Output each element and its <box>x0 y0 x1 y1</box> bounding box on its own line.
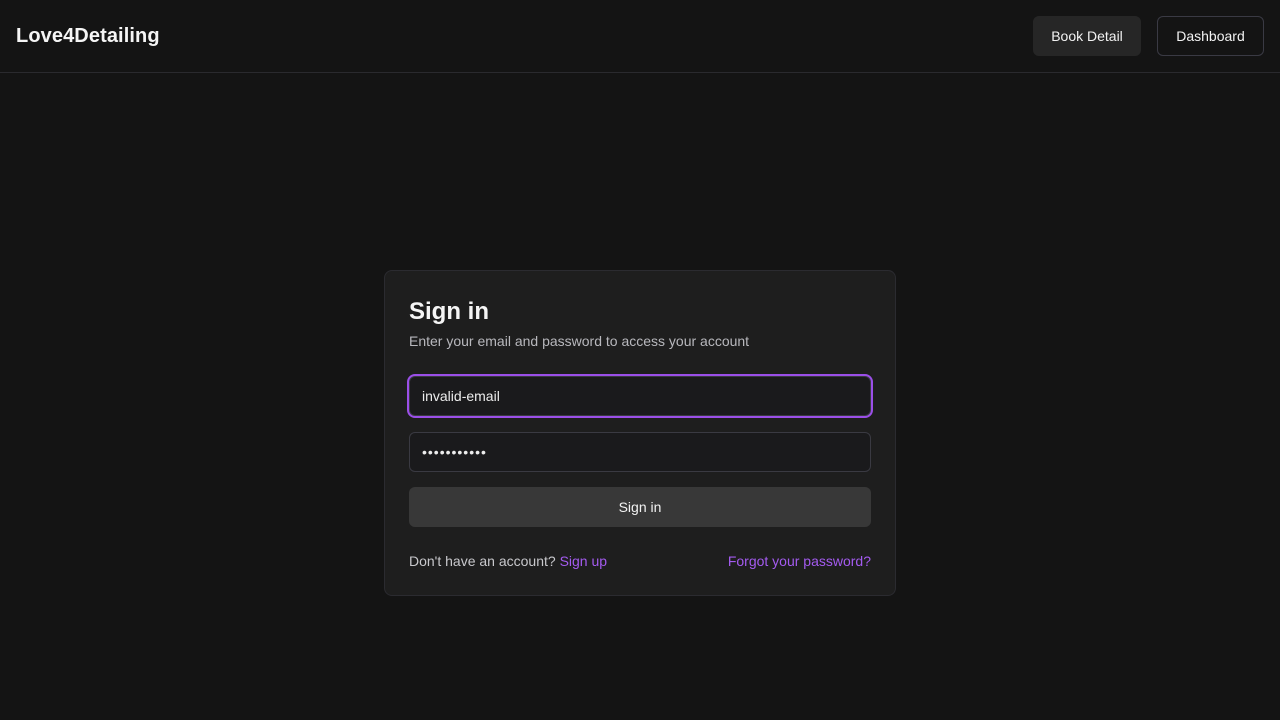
no-account-text: Don't have an account? <box>409 553 556 569</box>
brand-logo-text[interactable]: Love4Detailing <box>16 25 160 48</box>
signup-prompt: Don't have an account? Sign up <box>409 553 607 569</box>
top-nav-bar: Love4Detailing Book Detail Dashboard <box>0 0 1280 73</box>
email-field[interactable]: invalid-email <box>409 376 871 416</box>
signin-card: Sign in Enter your email and password to… <box>384 270 896 596</box>
book-detail-button[interactable]: Book Detail <box>1033 16 1141 56</box>
forgot-password-container: Forgot your password? <box>728 553 871 569</box>
dashboard-button[interactable]: Dashboard <box>1157 16 1264 56</box>
signin-title: Sign in <box>409 298 489 325</box>
signin-subtitle: Enter your email and password to access … <box>409 333 750 349</box>
password-field[interactable]: ••••••••••• <box>409 432 871 472</box>
signin-button[interactable]: Sign in <box>409 487 871 527</box>
forgot-password-link[interactable]: Forgot your password? <box>728 553 871 569</box>
signup-link[interactable]: Sign up <box>560 553 607 569</box>
